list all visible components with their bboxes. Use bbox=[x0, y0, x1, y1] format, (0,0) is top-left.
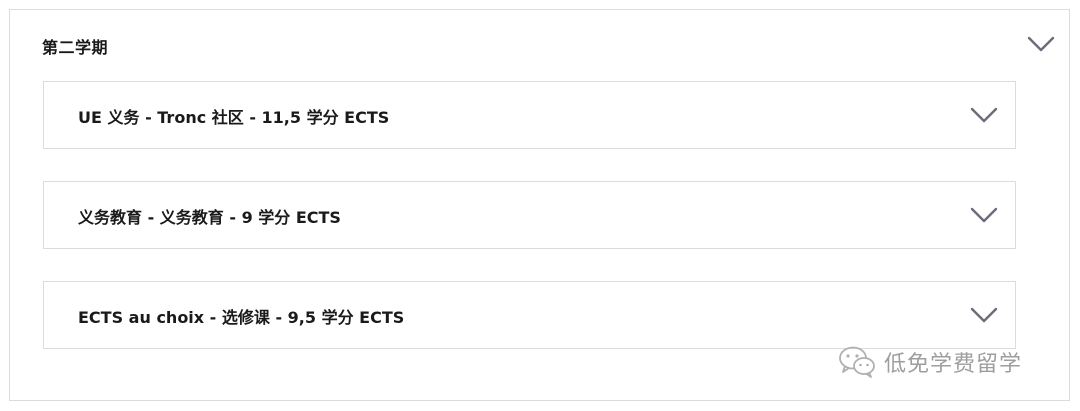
ue-item-label: 义务教育 - 义务教育 - 9 学分 ECTS bbox=[78, 208, 341, 227]
semester-title[interactable]: 第二学期 bbox=[42, 34, 108, 58]
watermark: 低免学费留学 bbox=[838, 342, 1022, 382]
ue-accordion-item[interactable]: 义务教育 - 义务教育 - 9 学分 ECTS bbox=[43, 181, 1016, 249]
chevron-down-icon[interactable] bbox=[1027, 35, 1055, 53]
chevron-down-icon[interactable] bbox=[970, 206, 998, 224]
watermark-text: 低免学费留学 bbox=[884, 352, 1023, 377]
ue-item-label: ECTS au choix - 选修课 - 9,5 学分 ECTS bbox=[78, 308, 405, 327]
chevron-down-icon[interactable] bbox=[970, 306, 998, 324]
ue-accordion-item[interactable]: ECTS au choix - 选修课 - 9,5 学分 ECTS bbox=[43, 281, 1016, 349]
ue-item-label: UE 义务 - Tronc 社区 - 11,5 学分 ECTS bbox=[78, 108, 390, 127]
ue-accordion-item[interactable]: UE 义务 - Tronc 社区 - 11,5 学分 ECTS bbox=[43, 81, 1016, 149]
wechat-icon bbox=[838, 345, 876, 379]
chevron-down-icon[interactable] bbox=[970, 106, 998, 124]
